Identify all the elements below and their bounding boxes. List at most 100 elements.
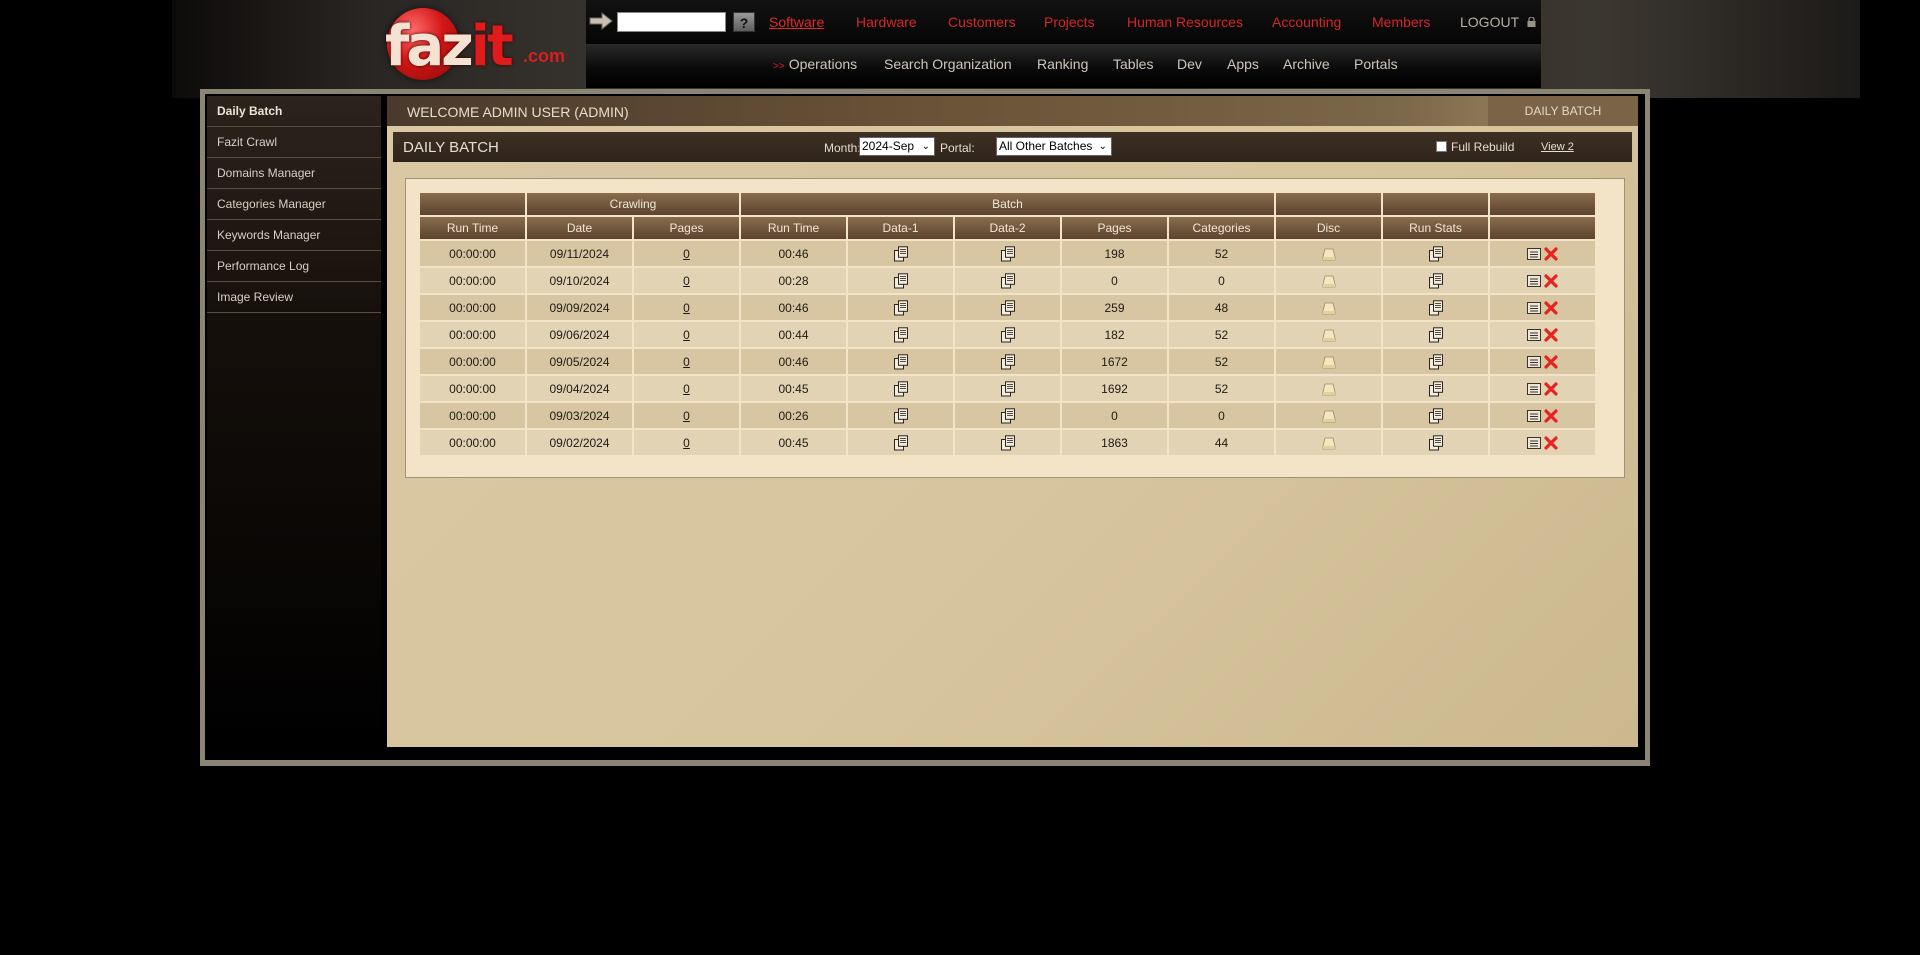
delete-icon[interactable] — [1544, 301, 1558, 315]
copy-icon[interactable] — [1000, 245, 1016, 262]
disc-cell[interactable] — [1274, 401, 1383, 430]
crawl-pages-link[interactable]: 0 — [683, 382, 690, 396]
data-2-cell[interactable] — [953, 374, 1062, 403]
disc-icon[interactable] — [1322, 437, 1336, 450]
edit-icon[interactable] — [1527, 301, 1541, 314]
copy-icon[interactable] — [1428, 299, 1444, 316]
copy-icon[interactable] — [893, 326, 909, 343]
search-input[interactable] — [617, 12, 726, 32]
portal-select[interactable]: All Other Batches ⌄ — [996, 137, 1112, 156]
crawl-pages-link[interactable]: 0 — [683, 436, 690, 450]
copy-icon[interactable] — [1000, 272, 1016, 289]
edit-icon[interactable] — [1527, 382, 1541, 395]
data-1-cell[interactable] — [846, 266, 955, 295]
crawl-pages-link[interactable]: 0 — [683, 355, 690, 369]
sidebar-item-domains-manager[interactable]: Domains Manager — [207, 158, 381, 189]
subnav-ranking[interactable]: Ranking — [1037, 56, 1088, 72]
sidebar-item-keywords-manager[interactable]: Keywords Manager — [207, 220, 381, 251]
subnav-search-organization[interactable]: Search Organization — [884, 56, 1012, 72]
copy-icon[interactable] — [1428, 326, 1444, 343]
copy-icon[interactable] — [893, 299, 909, 316]
arrow-right-icon[interactable] — [588, 10, 614, 32]
disc-icon[interactable] — [1322, 410, 1336, 423]
copy-icon[interactable] — [1000, 353, 1016, 370]
data-1-cell[interactable] — [846, 320, 955, 349]
logout-link[interactable]: LOGOUT — [1460, 14, 1519, 30]
edit-icon[interactable] — [1527, 274, 1541, 287]
run-stats-cell[interactable] — [1381, 347, 1490, 376]
copy-icon[interactable] — [1000, 434, 1016, 451]
nav-customers[interactable]: Customers — [948, 14, 1016, 30]
nav-accounting[interactable]: Accounting — [1272, 14, 1341, 30]
data-1-cell[interactable] — [846, 401, 955, 430]
crawl-pages-link[interactable]: 0 — [683, 328, 690, 342]
copy-icon[interactable] — [1428, 353, 1444, 370]
view-2-link[interactable]: View 2 — [1541, 141, 1574, 153]
subnav-portals[interactable]: Portals — [1354, 56, 1398, 72]
crawl-pages-link[interactable]: 0 — [683, 274, 690, 288]
disc-icon[interactable] — [1322, 248, 1336, 261]
run-stats-cell[interactable] — [1381, 401, 1490, 430]
disc-cell[interactable] — [1274, 347, 1383, 376]
nav-hardware[interactable]: Hardware — [856, 14, 917, 30]
delete-icon[interactable] — [1544, 355, 1558, 369]
crawl-pages-link[interactable]: 0 — [683, 301, 690, 315]
copy-icon[interactable] — [1428, 245, 1444, 262]
nav-projects[interactable]: Projects — [1044, 14, 1095, 30]
copy-icon[interactable] — [1000, 380, 1016, 397]
crawl-pages-link[interactable]: 0 — [683, 409, 690, 423]
delete-icon[interactable] — [1544, 274, 1558, 288]
copy-icon[interactable] — [1428, 380, 1444, 397]
copy-icon[interactable] — [1000, 407, 1016, 424]
disc-cell[interactable] — [1274, 374, 1383, 403]
run-stats-cell[interactable] — [1381, 239, 1490, 268]
disc-cell[interactable] — [1274, 428, 1383, 457]
run-stats-cell[interactable] — [1381, 428, 1490, 457]
data-2-cell[interactable] — [953, 347, 1062, 376]
copy-icon[interactable] — [893, 272, 909, 289]
sidebar-item-daily-batch[interactable]: Daily Batch — [207, 96, 381, 127]
data-2-cell[interactable] — [953, 320, 1062, 349]
help-button[interactable]: ? — [733, 12, 755, 32]
copy-icon[interactable] — [1428, 434, 1444, 451]
data-1-cell[interactable] — [846, 293, 955, 322]
copy-icon[interactable] — [893, 245, 909, 262]
subnav-archive[interactable]: Archive — [1283, 56, 1330, 72]
data-2-cell[interactable] — [953, 266, 1062, 295]
nav-members[interactable]: Members — [1372, 14, 1430, 30]
subnav-tables[interactable]: Tables — [1113, 56, 1153, 72]
sidebar-item-image-review[interactable]: Image Review — [207, 282, 381, 313]
subnav-operations[interactable]: >> Operations — [773, 56, 857, 72]
disc-cell[interactable] — [1274, 239, 1383, 268]
copy-icon[interactable] — [893, 380, 909, 397]
month-select[interactable]: 2024-Sep ⌄ — [859, 137, 935, 156]
data-2-cell[interactable] — [953, 239, 1062, 268]
disc-icon[interactable] — [1322, 302, 1336, 315]
disc-cell[interactable] — [1274, 320, 1383, 349]
run-stats-cell[interactable] — [1381, 266, 1490, 295]
data-1-cell[interactable] — [846, 374, 955, 403]
disc-cell[interactable] — [1274, 266, 1383, 295]
copy-icon[interactable] — [1428, 407, 1444, 424]
copy-icon[interactable] — [893, 353, 909, 370]
data-2-cell[interactable] — [953, 401, 1062, 430]
edit-icon[interactable] — [1527, 355, 1541, 368]
edit-icon[interactable] — [1527, 436, 1541, 449]
run-stats-cell[interactable] — [1381, 293, 1490, 322]
copy-icon[interactable] — [1428, 272, 1444, 289]
delete-icon[interactable] — [1544, 328, 1558, 342]
copy-icon[interactable] — [1000, 299, 1016, 316]
data-1-cell[interactable] — [846, 239, 955, 268]
disc-icon[interactable] — [1322, 356, 1336, 369]
disc-cell[interactable] — [1274, 293, 1383, 322]
disc-icon[interactable] — [1322, 329, 1336, 342]
sidebar-item-performance-log[interactable]: Performance Log — [207, 251, 381, 282]
nav-human-resources[interactable]: Human Resources — [1127, 14, 1243, 30]
copy-icon[interactable] — [893, 407, 909, 424]
sidebar-item-fazit-crawl[interactable]: Fazit Crawl — [207, 127, 381, 158]
data-2-cell[interactable] — [953, 293, 1062, 322]
copy-icon[interactable] — [1000, 326, 1016, 343]
delete-icon[interactable] — [1544, 409, 1558, 423]
run-stats-cell[interactable] — [1381, 374, 1490, 403]
sidebar-item-categories-manager[interactable]: Categories Manager — [207, 189, 381, 220]
